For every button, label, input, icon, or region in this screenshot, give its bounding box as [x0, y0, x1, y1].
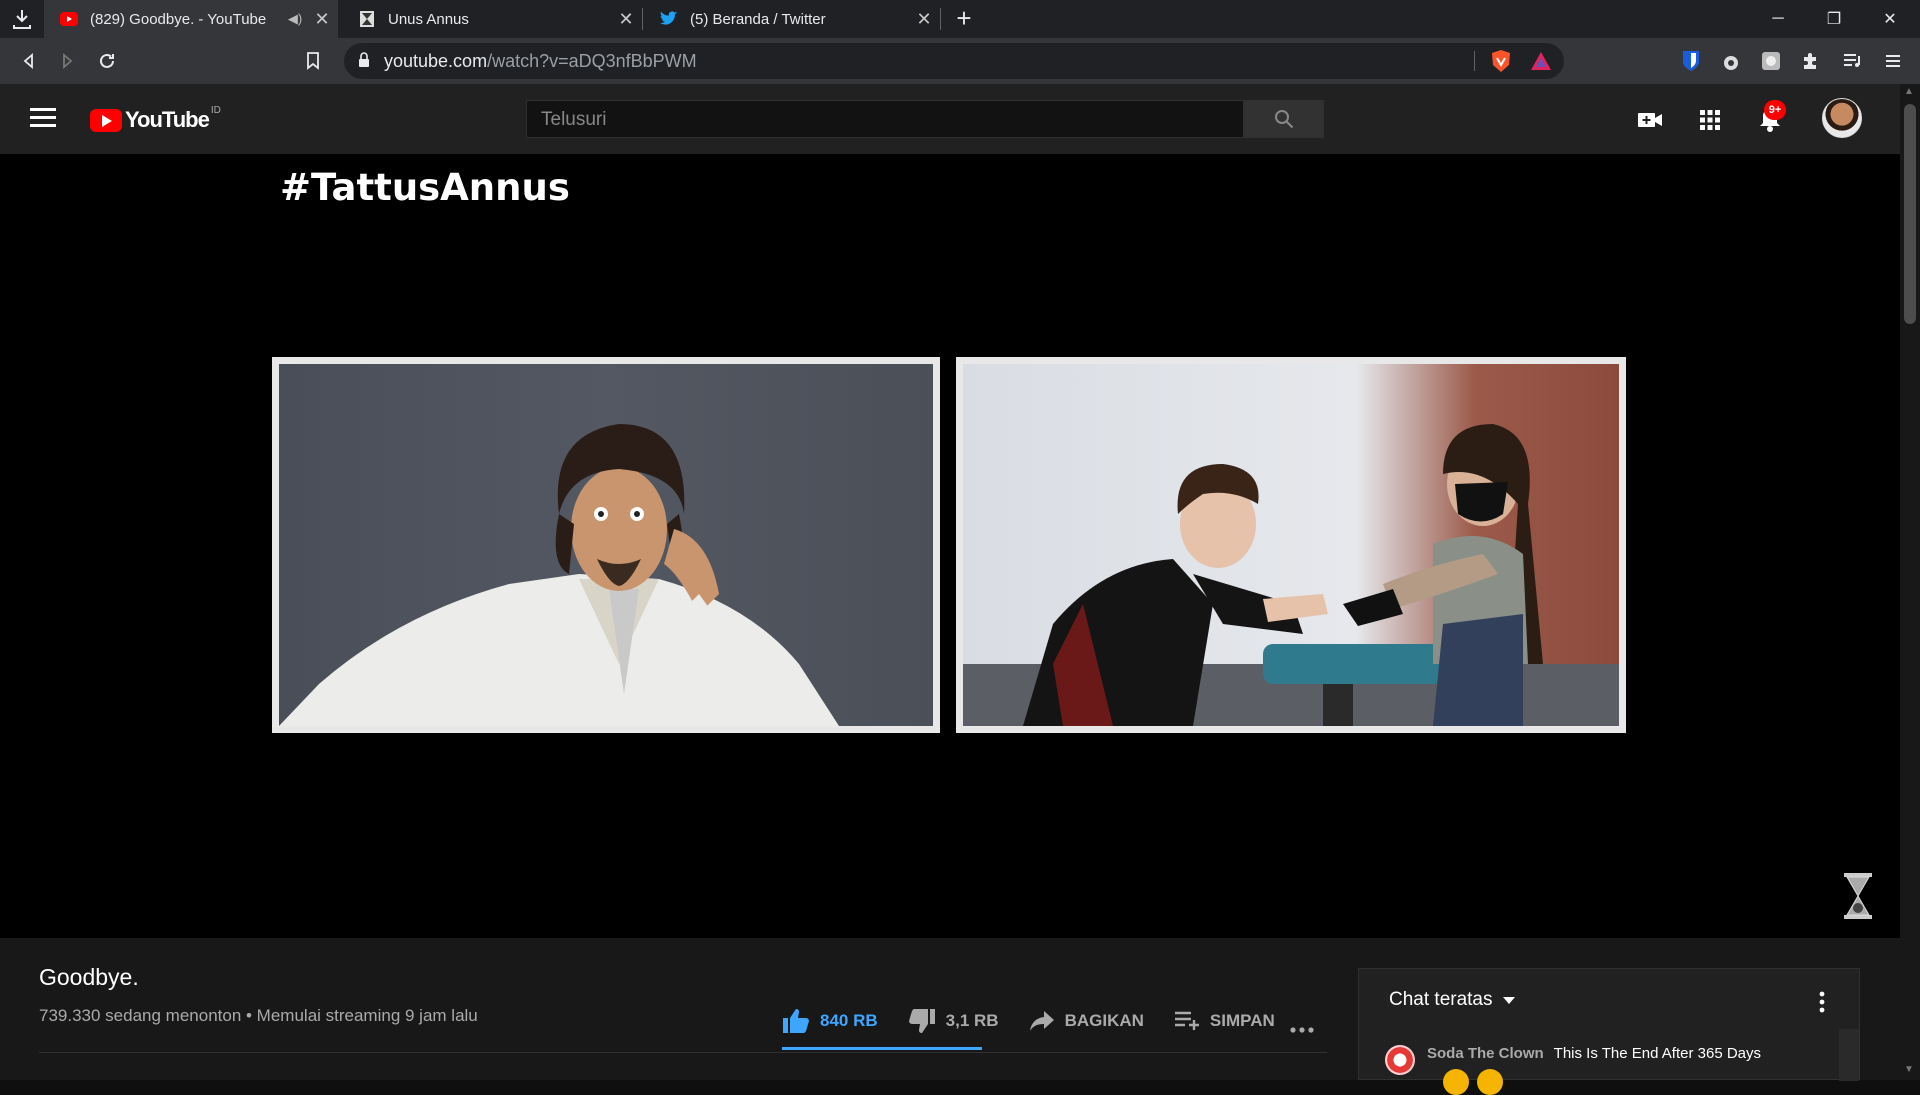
- video-meta: 739.330 sedang menonton • Memulai stream…: [39, 1006, 478, 1025]
- tab-separator: [642, 8, 643, 30]
- search-input[interactable]: Telusuri: [526, 100, 1244, 138]
- country-code: ID: [210, 104, 221, 116]
- hamburger-menu-icon[interactable]: [30, 108, 56, 130]
- share-label: BAGIKAN: [1064, 1011, 1144, 1030]
- chat-author[interactable]: Soda The Clown: [1427, 1045, 1544, 1062]
- like-button[interactable]: 840 RB: [782, 1008, 878, 1034]
- video-frame-right: [956, 357, 1626, 733]
- youtube-wordmark: YouTube: [125, 107, 210, 132]
- chat-avatar[interactable]: [1385, 1045, 1415, 1075]
- reload-icon[interactable]: [92, 46, 122, 76]
- avatar[interactable]: [1822, 98, 1862, 138]
- playlist-add-icon: [1174, 1011, 1199, 1030]
- bookmark-icon[interactable]: [298, 46, 328, 76]
- chevron-down-icon: [1502, 996, 1515, 1004]
- chat-mode-dropdown[interactable]: Chat teratas: [1389, 989, 1515, 1011]
- chat-title: Chat teratas: [1389, 989, 1493, 1010]
- notification-badge: 9+: [1764, 100, 1786, 120]
- like-ratio-bar: [782, 1047, 982, 1050]
- youtube-header: YouTube ID Telusuri: [0, 84, 1900, 154]
- search-icon: [1275, 110, 1294, 129]
- thumbs-down-icon: [908, 1009, 935, 1033]
- youtube-favicon-icon: [60, 10, 78, 28]
- browser-tabbar: (829) Goodbye. - YouTube ◀︎) ✕ Unus Annu…: [0, 0, 1920, 38]
- chat-menu-icon[interactable]: [1819, 991, 1825, 1018]
- forward-icon[interactable]: [52, 46, 82, 76]
- share-arrow-icon: [1029, 1011, 1054, 1031]
- lock-icon[interactable]: [358, 52, 370, 73]
- share-button[interactable]: BAGIKAN: [1029, 1010, 1144, 1032]
- extension-cat-icon[interactable]: [1716, 46, 1746, 76]
- info-divider: [39, 1052, 1327, 1053]
- hourglass-watermark-icon: [1842, 872, 1874, 920]
- back-icon[interactable]: [14, 46, 44, 76]
- more-actions-icon[interactable]: [1290, 1020, 1314, 1038]
- close-tab-icon[interactable]: ✕: [914, 9, 934, 30]
- tab-title: (5) Beranda / Twitter: [690, 10, 826, 28]
- create-video-icon[interactable]: [1636, 106, 1664, 134]
- man-in-white-suit-image: [279, 424, 839, 726]
- brave-rewards-icon[interactable]: [1530, 51, 1552, 76]
- browser-menu-icon[interactable]: [1878, 46, 1908, 76]
- close-tab-icon[interactable]: ✕: [616, 9, 636, 30]
- thumbs-up-icon: [783, 1009, 809, 1033]
- restore-icon[interactable]: ❐: [1806, 0, 1862, 38]
- url-text: youtube.com/watch?v=aDQ3nfBbPWM: [384, 51, 697, 72]
- bitwarden-icon[interactable]: [1676, 46, 1706, 76]
- tab-unus-annus[interactable]: Unus Annus ✕: [342, 0, 642, 38]
- chat-text: This Is The End After 365 Days: [1553, 1045, 1761, 1062]
- save-label: SIMPAN: [1209, 1011, 1275, 1030]
- tattoo-session-image: [963, 424, 1619, 726]
- tab-youtube[interactable]: (829) Goodbye. - YouTube ◀︎) ✕: [44, 0, 338, 38]
- download-icon[interactable]: [10, 7, 36, 31]
- like-count: 840 RB: [820, 1011, 878, 1030]
- chat-message: Soda The Clown This Is The End After 365…: [1385, 1045, 1761, 1075]
- close-window-icon[interactable]: ✕: [1862, 0, 1918, 38]
- tab-title: (829) Goodbye. - YouTube: [90, 10, 267, 28]
- video-actions: 840 RB 3,1 RB BAGIKAN SIMPAN: [782, 1008, 1305, 1034]
- chat-scrollbar[interactable]: [1839, 1029, 1859, 1081]
- live-chat-panel: Chat teratas Soda The Clown This Is The …: [1358, 968, 1860, 1095]
- chat-emojis: [1443, 1069, 1511, 1095]
- url-host: youtube.com: [384, 51, 488, 71]
- address-bar[interactable]: youtube.com/watch?v=aDQ3nfBbPWM: [344, 43, 1564, 79]
- media-queue-icon[interactable]: [1838, 46, 1868, 76]
- extension-square-icon[interactable]: [1756, 46, 1786, 76]
- brave-shield-icon[interactable]: [1490, 49, 1512, 78]
- tab-title: Unus Annus: [388, 10, 469, 28]
- video-overlay-title: #TattusAnnus: [280, 166, 570, 209]
- omnibox-divider: [1474, 51, 1475, 71]
- browser-toolbar: youtube.com/watch?v=aDQ3nfBbPWM: [0, 38, 1920, 84]
- twitter-favicon-icon: [660, 10, 678, 28]
- video-title: Goodbye.: [39, 964, 139, 990]
- scroll-down-arrow-icon[interactable]: ▼: [1904, 1064, 1914, 1075]
- search-button[interactable]: [1244, 100, 1324, 138]
- unus-annus-favicon-icon: [358, 10, 376, 28]
- youtube-play-icon: [90, 108, 122, 132]
- minimize-icon[interactable]: ─: [1750, 0, 1806, 38]
- new-tab-button[interactable]: +: [950, 4, 978, 32]
- tab-separator: [940, 8, 941, 30]
- scrollbar-thumb[interactable]: [1904, 104, 1916, 324]
- emoji-icon: [1443, 1069, 1469, 1095]
- extensions-puzzle-icon[interactable]: [1796, 46, 1826, 76]
- scroll-up-arrow-icon[interactable]: ▲: [1904, 86, 1914, 97]
- video-frame-left: [272, 357, 940, 733]
- speaker-icon[interactable]: ◀︎): [284, 11, 306, 27]
- page-scrollbar[interactable]: ▲ ▼: [1900, 84, 1920, 1080]
- video-player[interactable]: #TattusAnnus: [0, 154, 1900, 938]
- tab-twitter[interactable]: (5) Beranda / Twitter ✕: [644, 0, 940, 38]
- emoji-icon: [1477, 1069, 1503, 1095]
- url-path: /watch?v=aDQ3nfBbPWM: [487, 51, 697, 71]
- save-button[interactable]: SIMPAN: [1174, 1011, 1275, 1031]
- dislike-count: 3,1 RB: [945, 1011, 999, 1030]
- youtube-logo[interactable]: YouTube ID: [90, 104, 221, 133]
- apps-grid-icon[interactable]: [1696, 106, 1724, 134]
- close-tab-icon[interactable]: ✕: [312, 9, 332, 30]
- dislike-button[interactable]: 3,1 RB: [908, 1008, 999, 1034]
